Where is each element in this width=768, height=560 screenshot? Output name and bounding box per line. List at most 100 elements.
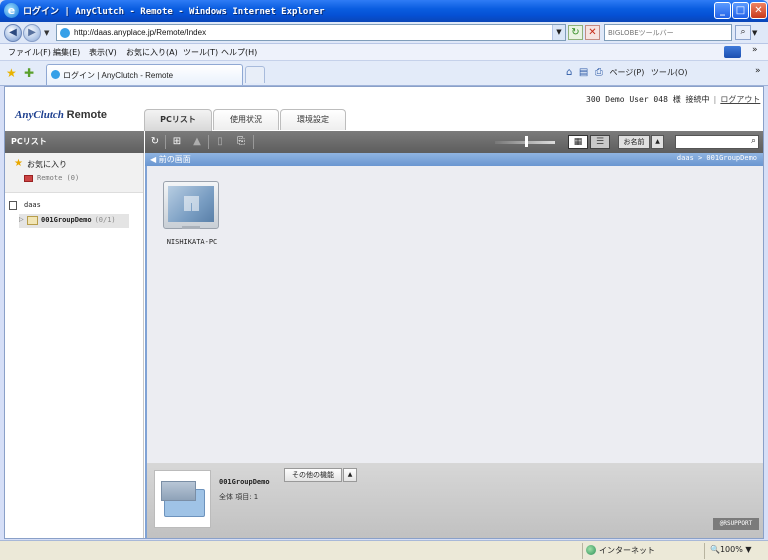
url-input[interactable] (74, 26, 544, 39)
print-icon[interactable]: ⎙ (595, 67, 603, 78)
home-icon[interactable]: ⌂ (566, 67, 572, 78)
folder-icon (27, 216, 38, 225)
sidebar-header: PCリスト (5, 131, 144, 153)
minimize-button[interactable]: _ (714, 2, 731, 19)
other-functions-dropdown[interactable]: ▲ (343, 468, 357, 482)
sidebar: ★ お気に入り Remote (0) daas ▷ 001GroupDemo (0… (5, 153, 144, 538)
expand-icon[interactable]: ▷ (19, 216, 24, 223)
computer-icon (24, 175, 33, 182)
menu-bar: ファイル(F) 編集(E) 表示(V) お気に入り(A) ツール(T) ヘルプ(… (0, 44, 768, 61)
address-bar-row: ◀ ▶ ▼ ▼ ↻ ✕ ⌕ ▼ (0, 22, 768, 44)
tree-node-count: (0/1) (94, 216, 116, 224)
browser-tab-label: ログイン | AnyClutch - Remote (63, 71, 174, 80)
tree-node-group[interactable]: ▷ 001GroupDemo (0/1) (19, 214, 129, 228)
tab-settings[interactable]: 環境設定 (280, 109, 346, 130)
favorites-title[interactable]: お気に入り (27, 159, 67, 170)
window-titlebar: e ログイン | AnyClutch - Remote - Windows In… (0, 0, 768, 22)
feeds-icon[interactable]: ▤ (579, 67, 588, 78)
menu-edit[interactable]: 編集(E) (53, 47, 80, 58)
url-dropdown-icon[interactable]: ▼ (552, 25, 565, 40)
menu-tools[interactable]: ツール(T) (183, 47, 218, 58)
brand-logo: AnyClutch Remote (15, 109, 107, 121)
pc-search-input[interactable] (678, 137, 744, 148)
item-count: 全体 項目: 1 (219, 493, 259, 501)
tree-root[interactable]: daas (24, 201, 41, 209)
stop-button[interactable]: ✕ (585, 25, 600, 40)
favorites-star-icon[interactable]: ★ (6, 66, 17, 80)
brand-name: AnyClutch (15, 109, 64, 121)
search-icon[interactable]: ⌕ (751, 136, 756, 146)
menu-favorites[interactable]: お気に入り(A) (126, 47, 178, 58)
export-icon[interactable]: ⎘ (234, 135, 248, 149)
tree-root-icon (9, 201, 17, 210)
pc-name: NISHIKATA-PC (166, 238, 218, 246)
favorites-section: ★ お気に入り Remote (0) (5, 153, 143, 193)
other-functions-button[interactable]: その他の機能 (284, 468, 342, 482)
favorite-item-remote[interactable]: Remote (0) (37, 174, 79, 182)
star-icon: ★ (14, 158, 23, 169)
group-name: 001GroupDemo (219, 478, 270, 486)
back-button[interactable]: ◀ (4, 24, 22, 42)
messenger-icon[interactable] (724, 46, 741, 58)
security-zone: インターネット (586, 545, 655, 556)
ie-logo-icon: e (4, 3, 19, 18)
chevron-icon[interactable]: » (755, 66, 761, 76)
tab-bar: ★ ✚ ログイン | AnyClutch - Remote ⌂ ▤ ⎙ ページ(… (0, 61, 768, 86)
tab-usage[interactable]: 使用状況 (213, 109, 279, 130)
connection-status: 接続中 (685, 95, 710, 104)
tree-node-label: 001GroupDemo (0/1) (41, 216, 116, 224)
main-toolbar: ↻ ⊞ ▲ ▯ ⎘ ▦ ☰ お名前 ▲ ⌕ (145, 131, 763, 153)
search-input[interactable] (605, 25, 729, 40)
grid-view-icon[interactable]: ▦ (568, 135, 588, 149)
history-dropdown-icon[interactable]: ▼ (44, 29, 49, 37)
globe-icon (586, 545, 596, 555)
tab-favicon-icon (51, 70, 60, 79)
web-page: AnyClutch Remote 300 Demo User 048 様 接続中… (4, 86, 764, 539)
command-bar: ⌂ ▤ ⎙ ページ(P) ツール(O) (566, 67, 691, 81)
search-options-icon[interactable]: ▼ (752, 29, 757, 37)
window-title: ログイン | AnyClutch - Remote - Windows Inte… (23, 7, 325, 17)
rsupport-badge: @RSUPPORT (713, 518, 759, 530)
menu-view[interactable]: 表示(V) (89, 47, 117, 58)
tab-pc-list[interactable]: PCリスト (144, 109, 212, 131)
refresh-list-icon[interactable]: ↻ (148, 135, 162, 149)
monitor-icon (163, 181, 219, 229)
menu-file[interactable]: ファイル(F) (8, 47, 51, 58)
sort-direction-button[interactable]: ▲ (651, 135, 664, 149)
new-tab-button[interactable] (245, 66, 265, 83)
up-icon[interactable]: ▲ (190, 135, 204, 149)
refresh-button[interactable]: ↻ (568, 25, 583, 40)
status-bar: インターネット 🔍100% ▼ (0, 540, 768, 560)
forward-button[interactable]: ▶ (23, 24, 41, 42)
list-view-icon[interactable]: ☰ (590, 135, 610, 149)
pc-search-box: ⌕ (675, 135, 759, 149)
maximize-button[interactable]: □ (732, 2, 749, 19)
close-window-button[interactable]: ✕ (750, 2, 767, 19)
add-favorite-icon[interactable]: ✚ (24, 66, 34, 80)
back-link[interactable]: ◀ 前の画面 (150, 154, 191, 165)
search-box (604, 24, 732, 41)
page-menu[interactable]: ページ(P) (609, 67, 644, 78)
pc-item[interactable]: NISHIKATA-PC (161, 180, 221, 250)
address-field: ▼ (56, 24, 566, 41)
chevron-icon[interactable]: » (752, 45, 758, 55)
pc-list-area: NISHIKATA-PC (145, 166, 763, 463)
menu-help[interactable]: ヘルプ(H) (221, 47, 257, 58)
user-info: 300 Demo User 048 様 接続中 | ログアウト (586, 95, 761, 104)
breadcrumb[interactable]: daas > 001GroupDemo (677, 154, 757, 162)
windows-logo-icon (184, 196, 199, 211)
logout-link[interactable]: ログアウト (720, 95, 760, 104)
add-pc-icon[interactable]: ⊞ (170, 135, 184, 149)
zoom-level[interactable]: 🔍100% ▼ (710, 545, 752, 554)
browser-tab[interactable]: ログイン | AnyClutch - Remote (46, 64, 243, 85)
document-icon[interactable]: ▯ (213, 135, 227, 149)
brand-suffix: Remote (66, 109, 107, 121)
sort-button[interactable]: お名前 (618, 135, 650, 149)
monitor-icon (161, 481, 196, 501)
page-favicon-icon (60, 28, 70, 38)
user-name: 300 Demo User 048 様 (586, 95, 681, 104)
zoom-slider-thumb[interactable] (525, 136, 528, 147)
tools-menu[interactable]: ツール(O) (651, 67, 688, 78)
search-icon[interactable]: ⌕ (735, 25, 751, 40)
group-thumbnail (154, 470, 211, 528)
